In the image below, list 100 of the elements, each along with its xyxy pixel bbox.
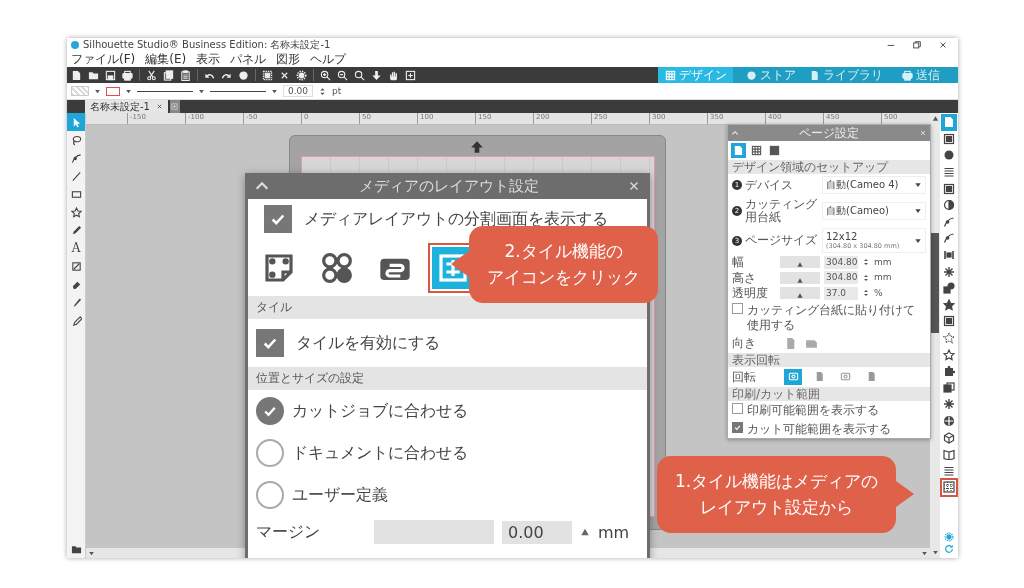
- menu-item[interactable]: ファイル(F): [71, 51, 136, 68]
- app-logo-icon: [71, 41, 79, 49]
- checkbox[interactable]: [732, 421, 743, 433]
- rotation-icon: [787, 371, 799, 383]
- scrollbar-thumb[interactable]: [931, 233, 939, 333]
- field-label: 高さ: [732, 270, 757, 285]
- line-width-field[interactable]: 0.00: [283, 85, 314, 97]
- panel-tab[interactable]: [767, 143, 782, 158]
- section-header: デザイン領域のセットアップ: [728, 160, 930, 175]
- new-page-icon[interactable]: [71, 69, 82, 81]
- slider[interactable]: [780, 256, 820, 269]
- lines-icon: [943, 166, 955, 179]
- checkbox[interactable]: [264, 205, 292, 233]
- clipboard-icon[interactable]: [180, 69, 191, 81]
- right-caret-icon[interactable]: [921, 549, 928, 557]
- up-arrow-icon[interactable]: [470, 140, 484, 154]
- field-label: 幅: [732, 255, 745, 270]
- number-field[interactable]: 37.0: [824, 286, 858, 300]
- zoom-in-icon[interactable]: [320, 69, 331, 81]
- rotation-option[interactable]: [784, 368, 802, 385]
- left-caret-icon[interactable]: [88, 549, 95, 557]
- plus-icon: [171, 103, 179, 110]
- radio-button[interactable]: [256, 397, 284, 425]
- scissors-icon[interactable]: [146, 69, 157, 81]
- callout: 1.タイル機能はメディアの レイアウト設定から: [657, 456, 897, 533]
- slider[interactable]: [780, 287, 820, 300]
- dropdown[interactable]: 自動(Cameo): [822, 202, 926, 220]
- number-field[interactable]: 304.80: [824, 256, 858, 269]
- up-caret-icon[interactable]: [580, 527, 590, 537]
- save-icon[interactable]: [105, 69, 116, 81]
- caret-icon[interactable]: [271, 87, 278, 95]
- grid-icon: [751, 145, 762, 156]
- close-icon[interactable]: [156, 103, 163, 110]
- spinner-icon[interactable]: [862, 273, 870, 282]
- menu-item[interactable]: ヘルプ: [310, 51, 347, 68]
- fill-swatch[interactable]: [71, 86, 89, 96]
- down-caret-icon[interactable]: [931, 549, 939, 556]
- curve-icon: [70, 152, 82, 164]
- dropdown[interactable]: 自動(Cameo 4): [822, 176, 926, 194]
- text-tool[interactable]: A: [67, 239, 85, 257]
- radio-button[interactable]: [256, 481, 284, 509]
- folder-icon[interactable]: [70, 543, 82, 555]
- settings-icon[interactable]: [944, 532, 954, 542]
- section-header: 表示回転: [728, 352, 930, 367]
- caret-icon[interactable]: [125, 87, 132, 95]
- checkbox[interactable]: [732, 303, 743, 315]
- panel-tab[interactable]: [749, 143, 764, 158]
- up-caret-icon[interactable]: [931, 115, 939, 122]
- shapes-icon: [943, 282, 955, 295]
- close-icon[interactable]: [938, 40, 948, 50]
- folder-icon[interactable]: [88, 69, 99, 81]
- radio-button[interactable]: [256, 439, 284, 467]
- down-arrow-icon[interactable]: [371, 69, 382, 81]
- section-header: 位置とサイズの設定: [248, 367, 647, 390]
- slider-thumb[interactable]: [796, 292, 804, 300]
- collapse-icon[interactable]: [731, 129, 739, 137]
- copy-icon[interactable]: [163, 69, 174, 81]
- slider[interactable]: [780, 271, 820, 284]
- printer-icon[interactable]: [122, 69, 133, 81]
- unit-label: mm: [874, 257, 892, 268]
- field-label: ページサイズ: [745, 234, 818, 248]
- scrollbar[interactable]: [930, 113, 940, 558]
- radio-label: ドキュメントに合わせる: [292, 442, 468, 464]
- group-icon[interactable]: [262, 69, 273, 81]
- input-field[interactable]: [374, 520, 494, 544]
- restore-icon[interactable]: [912, 40, 922, 50]
- hand-icon[interactable]: [388, 69, 399, 81]
- caret-icon[interactable]: [198, 87, 205, 95]
- checkbox[interactable]: [256, 329, 284, 357]
- search-icon[interactable]: [354, 69, 365, 81]
- stroke-swatch[interactable]: [106, 86, 120, 96]
- line-style-swatch[interactable]: [137, 90, 193, 92]
- zoom-out-icon[interactable]: [337, 69, 348, 81]
- document-tab[interactable]: 名称未設定-1: [85, 100, 168, 113]
- checkbox-label: カット可能範囲を表示する: [747, 421, 891, 437]
- menu-item[interactable]: 図形: [276, 51, 301, 68]
- sparkle-icon: [943, 398, 955, 411]
- menu-item[interactable]: 編集(E): [145, 51, 187, 68]
- image-icon: [943, 315, 955, 328]
- menu-item[interactable]: パネル: [230, 51, 267, 68]
- panel-button[interactable]: [941, 279, 957, 297]
- number-field[interactable]: 0.00: [502, 520, 572, 544]
- spinner-icon[interactable]: [862, 289, 870, 298]
- refresh-icon[interactable]: [944, 544, 954, 554]
- fit-page-icon[interactable]: [405, 69, 416, 81]
- slider-thumb[interactable]: [796, 261, 804, 269]
- radio-label: カットジョブに合わせる: [292, 400, 468, 422]
- gear-icon[interactable]: [296, 69, 307, 81]
- globe-icon: [943, 415, 955, 427]
- menu-item[interactable]: 表示: [196, 51, 221, 68]
- circle-icon[interactable]: [238, 69, 249, 81]
- number-field[interactable]: 304.80: [824, 271, 858, 285]
- caret-icon[interactable]: [94, 87, 101, 95]
- checkbox[interactable]: [732, 403, 743, 415]
- window-title: Silhouette Studio® Business Edition: 名称未設定-1: [83, 38, 332, 52]
- align-icon: [943, 249, 955, 262]
- line-style-swatch[interactable]: [210, 90, 266, 92]
- spinner-icon[interactable]: [862, 258, 870, 267]
- panel-button[interactable]: [941, 479, 957, 496]
- slider-thumb[interactable]: [796, 276, 804, 284]
